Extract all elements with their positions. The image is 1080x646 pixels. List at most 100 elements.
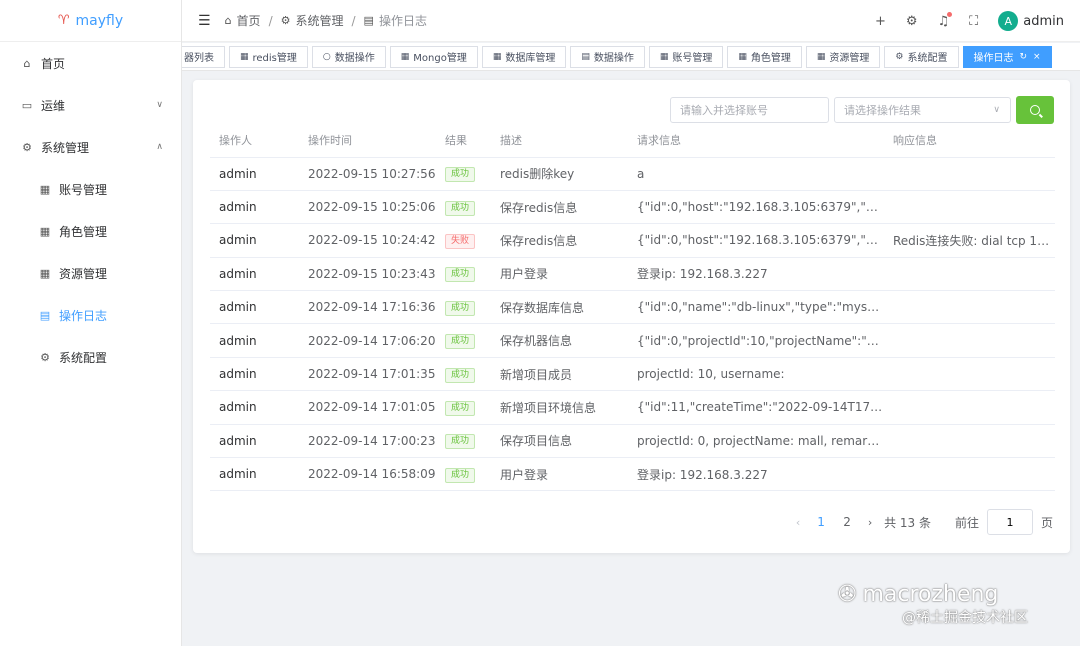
page-number[interactable]: 1 (808, 515, 834, 529)
operator-cell: admin (210, 457, 299, 492)
result-cell: 成功 (436, 290, 491, 325)
sidebar-item-accounts[interactable]: ▦ 账号管理 (0, 168, 181, 210)
breadcrumb-item-home[interactable]: ⌂ 首页 (225, 12, 261, 29)
goto-label: 前往 (954, 515, 979, 530)
table-header-row: 操作人 操作时间 结果 描述 请求信息 响应信息 (210, 124, 1055, 158)
account-select-input[interactable] (670, 97, 829, 123)
prev-page-icon[interactable]: ‹ (788, 516, 808, 529)
result-select[interactable]: 请选择操作结果 ∨ (834, 97, 1011, 123)
description-cell: 保存redis信息 (491, 223, 628, 258)
grid-icon: ▦ (400, 51, 410, 62)
grid-icon: ▦ (816, 51, 826, 62)
table-row[interactable]: admin 2022-09-15 10:27:56 成功 redis删除key a (210, 157, 1055, 191)
description-cell: 保存redis信息 (491, 190, 628, 225)
sidebar-item-roles[interactable]: ▦ 角色管理 (0, 210, 181, 252)
bell-icon[interactable]: ♫ (938, 11, 953, 29)
time-cell: 2022-09-15 10:24:42 (299, 223, 436, 258)
response-cell (884, 257, 1055, 292)
sidebar-item-resources[interactable]: ▦ 资源管理 (0, 252, 181, 294)
plus-icon[interactable]: + (875, 14, 886, 29)
result-select-placeholder: 请选择操作结果 (844, 104, 921, 117)
refresh-icon[interactable]: ↻ (1020, 52, 1028, 62)
time-cell: 2022-09-15 10:23:43 (299, 257, 436, 292)
status-badge: 成功 (445, 300, 476, 316)
document-icon: ▤ (581, 51, 590, 62)
tag-data-ops-2[interactable]: ▤ 数据操作 (570, 45, 645, 68)
table-row[interactable]: admin 2022-09-14 17:01:35 成功 新增项目成员 projectI… (210, 357, 1055, 392)
tag-operation-log[interactable]: 操作日志 ↻ × (962, 45, 1052, 68)
breadcrumb-item-system[interactable]: ⚙ 系统管理 (281, 12, 344, 29)
operator-cell: admin (210, 223, 299, 258)
description-cell: redis删除key (491, 157, 628, 191)
header-actions: + ⚙ ♫ ⛶ A admin (875, 0, 1064, 42)
sidebar-item-label: 角色管理 (59, 224, 108, 239)
response-cell (884, 390, 1055, 425)
table-row[interactable]: admin 2022-09-15 10:24:42 失败 保存redis信息 {"id"… (210, 223, 1055, 258)
home-icon: ⌂ (23, 56, 31, 70)
sidebar-item-system[interactable]: ⚙ 系统管理 ∧ (0, 126, 181, 168)
status-badge: 成功 (445, 467, 476, 483)
tag-label: Mongo管理 (413, 53, 467, 64)
result-cell: 成功 (436, 157, 491, 191)
operator-cell: admin (210, 190, 299, 225)
response-cell (884, 290, 1055, 325)
table-row[interactable]: admin 2022-09-14 17:00:23 成功 保存项目信息 projectI… (210, 424, 1055, 459)
sidebar: ♈ mayfly ⌂ 首页 ▭ 运维 ∨ ⚙ 系统管理 ∧ ▦ 账号管理 ▦ 角… (0, 0, 182, 646)
tag-redis[interactable]: ▦ redis管理 (229, 45, 308, 68)
chevron-down-icon: ∨ (993, 105, 1000, 115)
tag-resources[interactable]: ▦ 资源管理 (805, 45, 881, 68)
description-cell: 用户登录 (491, 457, 628, 492)
table-row[interactable]: admin 2022-09-14 17:06:20 成功 保存机器信息 {"id":0,… (210, 323, 1055, 358)
next-page-icon[interactable]: › (860, 516, 880, 529)
sidebar-item-label: 首页 (41, 56, 66, 71)
page-number[interactable]: 2 (834, 515, 860, 529)
grid-icon: ▦ (39, 224, 51, 238)
table-row[interactable]: admin 2022-09-14 16:58:09 成功 用户登录 登录ip: 192.… (210, 457, 1055, 492)
app-logo[interactable]: ♈ mayfly (0, 0, 181, 42)
menu-toggle-icon[interactable]: ☰ (198, 13, 211, 29)
fullscreen-icon[interactable]: ⛶ (969, 14, 978, 29)
wechat-icon: ✇ (838, 582, 857, 607)
sidebar-item-ops[interactable]: ▭ 运维 ∨ (0, 84, 181, 126)
tag-mongo[interactable]: ▦ Mongo管理 (389, 45, 478, 68)
response-cell (884, 357, 1055, 392)
close-icon[interactable]: × (1033, 52, 1041, 62)
time-cell: 2022-09-14 16:58:09 (299, 457, 436, 492)
tag-db[interactable]: ▦ 数据库管理 (481, 45, 567, 68)
sidebar-item-home[interactable]: ⌂ 首页 (0, 42, 181, 84)
sidebar-item-operation-log[interactable]: ▤ 操作日志 (0, 294, 181, 336)
tag-server-list[interactable]: 器列表 (182, 45, 225, 68)
response-cell (884, 323, 1055, 358)
tag-accounts[interactable]: ▦ 账号管理 (648, 45, 724, 68)
breadcrumb-separator: / (351, 13, 356, 28)
table-row[interactable]: admin 2022-09-14 17:16:36 成功 保存数据库信息 {"id":0… (210, 290, 1055, 325)
tag-roles[interactable]: ▦ 角色管理 (727, 45, 802, 68)
goto-page-input[interactable] (986, 509, 1033, 535)
table-row[interactable]: admin 2022-09-14 17:01:05 成功 新增项目环境信息 {"id":… (210, 390, 1055, 425)
result-cell: 成功 (436, 257, 491, 292)
operator-cell: admin (210, 290, 299, 325)
tag-data-ops[interactable]: ○ 数据操作 (311, 45, 386, 68)
table-row[interactable]: admin 2022-09-15 10:25:06 成功 保存redis信息 {"id"… (210, 190, 1055, 225)
sidebar-item-label: 资源管理 (59, 266, 108, 281)
tag-label: redis管理 (252, 53, 297, 64)
table-row[interactable]: admin 2022-09-15 10:23:43 成功 用户登录 登录ip: 192.… (210, 257, 1055, 292)
tag-label: 数据库管理 (505, 53, 556, 64)
status-badge: 成功 (445, 367, 476, 383)
column-header: 操作时间 (299, 124, 436, 158)
tag-label: 数据操作 (593, 53, 634, 64)
breadcrumb-label: 系统管理 (295, 14, 344, 28)
operation-log-table: 操作人 操作时间 结果 描述 请求信息 响应信息 admin 2022-09-15… (210, 124, 1055, 492)
breadcrumb-separator: / (268, 13, 273, 28)
tag-system-config[interactable]: ⚙ 系统配置 (884, 45, 959, 68)
operator-cell: admin (210, 390, 299, 425)
chevron-up-icon: ∧ (156, 142, 163, 152)
tag-label: 数据操作 (334, 53, 375, 64)
gear-icon[interactable]: ⚙ (906, 14, 918, 29)
sidebar-item-system-config[interactable]: ⚙ 系统配置 (0, 336, 181, 378)
result-cell: 成功 (436, 323, 491, 358)
user-menu[interactable]: A admin (998, 11, 1064, 31)
description-cell: 保存机器信息 (491, 323, 628, 358)
document-icon: ▤ (39, 308, 51, 322)
search-button[interactable] (1016, 96, 1054, 124)
